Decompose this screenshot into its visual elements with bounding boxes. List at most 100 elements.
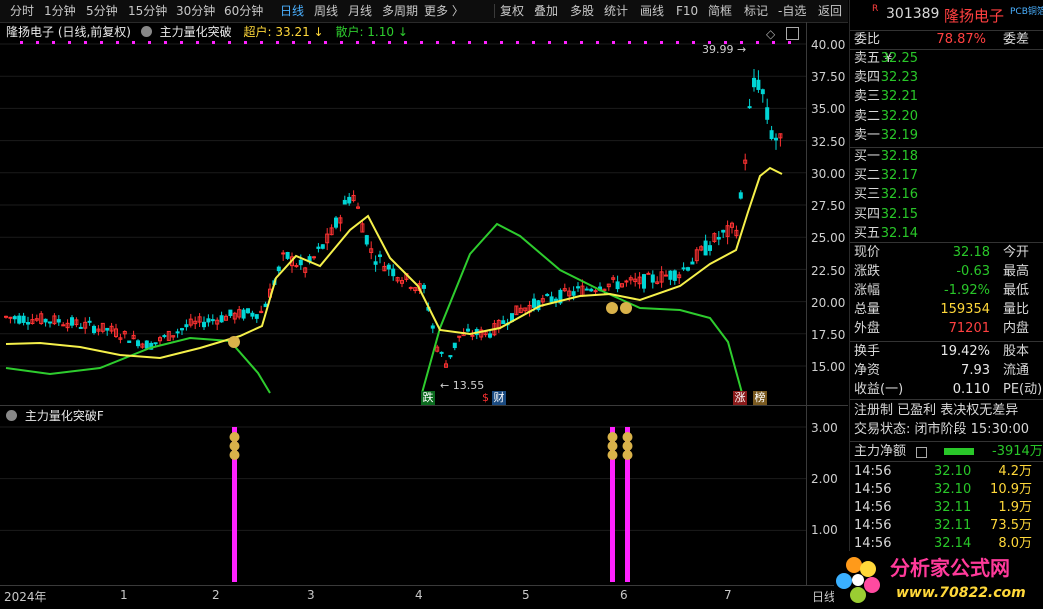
- candle: [127, 340, 132, 343]
- tongji-button[interactable]: 统计: [604, 2, 628, 20]
- order-row[interactable]: 卖五 ¥32.25: [854, 49, 1042, 68]
- candle: [136, 340, 140, 347]
- weibi-label: 委比: [854, 32, 881, 47]
- panel-header: R 301389 隆扬电子 PCB铜箔: [850, 0, 1043, 31]
- signal-dot: [404, 41, 407, 44]
- candle: [263, 303, 268, 308]
- period-30min[interactable]: 30分钟: [176, 2, 215, 20]
- order-row[interactable]: 卖一 32.19: [854, 126, 1042, 145]
- order-row[interactable]: 卖三 32.21: [854, 87, 1042, 106]
- period-1min[interactable]: 1分钟: [44, 2, 76, 20]
- indicator-settings-icon[interactable]: [140, 26, 152, 37]
- stat-value: 0.110: [952, 382, 990, 397]
- cai-marker: 财: [492, 391, 506, 405]
- signal-dot: [660, 41, 663, 44]
- trade-time: 14:56: [854, 518, 892, 533]
- toolbar-divider: [494, 4, 495, 18]
- signal-dot: [596, 41, 599, 44]
- signal-dot: [212, 41, 215, 44]
- stat-label: 换手: [854, 344, 881, 359]
- stat-value: 19.42%: [940, 344, 990, 359]
- candle: [347, 196, 352, 204]
- weibi-value: 78.87%: [936, 32, 986, 47]
- order-row[interactable]: 买四 32.15: [854, 205, 1042, 224]
- candle: [219, 315, 224, 323]
- period-more[interactable]: 更多 〉: [424, 2, 464, 20]
- date-label: 1: [120, 588, 128, 602]
- zixuan-button[interactable]: -自选: [778, 2, 806, 20]
- order-row[interactable]: 卖四 32.23: [854, 68, 1042, 87]
- stock-title: 隆扬电子 (日线,前复权): [6, 25, 131, 39]
- chart-expand-icon[interactable]: ◇: [766, 27, 775, 41]
- order-label: 买三: [854, 187, 881, 203]
- sub-tick: 2.00: [811, 472, 838, 486]
- diejia-button[interactable]: 叠加: [534, 2, 558, 20]
- sub-indicator-chart[interactable]: [0, 406, 806, 584]
- trade-row: 14:56 32.11 73.5万: [854, 517, 1042, 535]
- money-bag-icon: [606, 302, 618, 314]
- arrow-down-icon: ↓: [397, 25, 408, 39]
- candle: [642, 274, 646, 289]
- period-5min[interactable]: 5分钟: [86, 2, 118, 20]
- signal-dot: [756, 41, 759, 44]
- stock-name[interactable]: 隆扬电子: [944, 5, 1004, 26]
- stock-code[interactable]: 301389: [886, 6, 939, 22]
- fuquan-button[interactable]: 复权: [500, 2, 524, 20]
- trade-time: 14:56: [854, 464, 892, 479]
- trade-row: 14:56 32.10 4.2万: [854, 463, 1042, 481]
- period-daily[interactable]: 日线: [280, 2, 304, 20]
- money-bag-icon: [229, 441, 240, 451]
- candle: [615, 281, 620, 290]
- quote-label2: 最低: [1003, 283, 1030, 298]
- order-row[interactable]: 买一 32.18: [854, 147, 1042, 166]
- quote-row: 涨幅 -1.92% 最低: [854, 281, 1042, 300]
- candlestick-chart[interactable]: [0, 38, 806, 408]
- period-monthly[interactable]: 月线: [348, 2, 372, 20]
- money-bag-icon: [622, 441, 633, 451]
- signal-dot: [244, 41, 247, 44]
- candle: [276, 266, 281, 272]
- indicator-name[interactable]: 主力量化突破: [160, 25, 232, 39]
- candle: [241, 309, 246, 319]
- quote-label: 总量: [854, 302, 881, 317]
- period-label: 日线: [812, 590, 837, 604]
- sector-tag[interactable]: PCB铜箔: [1010, 4, 1043, 17]
- period-60min[interactable]: 60分钟: [224, 2, 263, 20]
- huaxian-button[interactable]: 画线: [640, 2, 664, 20]
- order-row[interactable]: 卖二 32.20: [854, 107, 1042, 126]
- order-row[interactable]: 买二 32.17: [854, 166, 1042, 185]
- biaoji-button[interactable]: 标记: [744, 2, 768, 20]
- weibi-row: 委比 78.87% 委差: [854, 30, 1042, 49]
- signal-dot: [340, 41, 343, 44]
- flow-value: -3914万: [992, 444, 1043, 459]
- signal-dot: [228, 41, 231, 44]
- quote-panel: R 301389 隆扬电子 PCB铜箔 委比 78.87% 委差 卖五 ¥32.…: [849, 0, 1043, 608]
- order-row[interactable]: 买五 32.14: [854, 224, 1042, 243]
- candle: [364, 235, 369, 245]
- die-marker: 跌: [421, 391, 435, 405]
- site-logo: 分析家公式网 www.70822.com: [834, 551, 1043, 608]
- candle: [206, 318, 211, 323]
- period-weekly[interactable]: 周线: [314, 2, 338, 20]
- candle: [153, 342, 158, 345]
- list-icon[interactable]: [916, 447, 927, 458]
- candle: [765, 107, 770, 120]
- back-button[interactable]: 返回: [818, 2, 842, 20]
- signal-dot: [500, 41, 503, 44]
- candle: [210, 319, 215, 322]
- candle: [408, 286, 413, 289]
- stat-row: 净资 7.93 流通: [854, 361, 1042, 380]
- price-tick: 22.50: [811, 264, 846, 278]
- logo-title: 分析家公式网: [890, 556, 1010, 580]
- period-multi[interactable]: 多周期: [382, 2, 418, 20]
- price-tick: 30.00: [811, 167, 846, 181]
- weicha-label: 委差: [1003, 32, 1030, 47]
- jiankuang-button[interactable]: 简框: [708, 2, 732, 20]
- period-fenshi[interactable]: 分时: [10, 2, 34, 20]
- duogu-button[interactable]: 多股: [570, 2, 594, 20]
- arrow-down-icon: ↓: [313, 25, 324, 39]
- chart-layout-icon[interactable]: [786, 27, 799, 40]
- order-row[interactable]: 买三 32.16: [854, 185, 1042, 204]
- period-15min[interactable]: 15分钟: [128, 2, 167, 20]
- f10-button[interactable]: F10: [676, 2, 698, 20]
